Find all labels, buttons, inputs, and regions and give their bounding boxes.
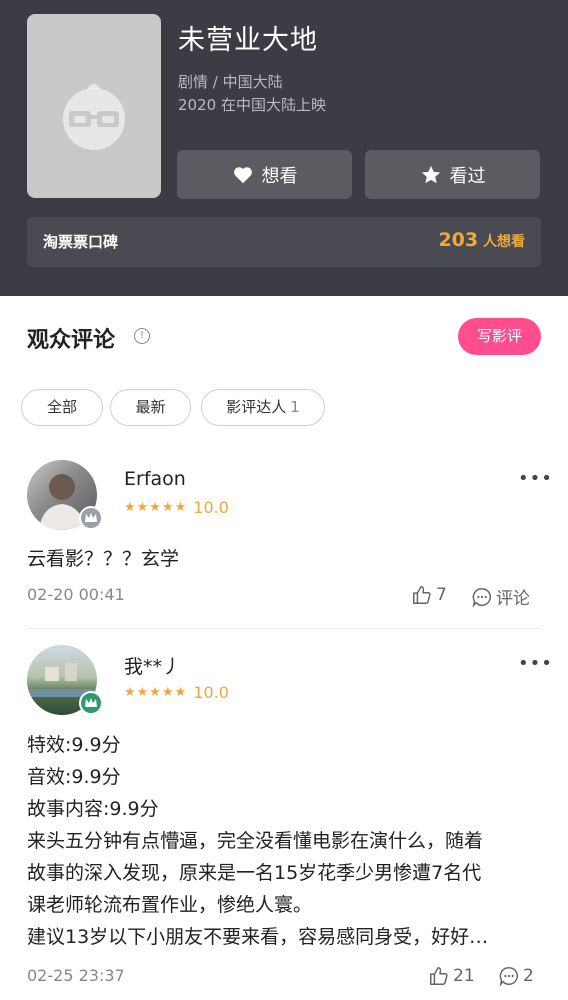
- comment-bubble-icon: [499, 967, 518, 987]
- want-count-summary: 203 人想看: [438, 229, 525, 251]
- write-review-button[interactable]: 写影评: [458, 318, 541, 355]
- reply-button[interactable]: 评论: [471, 584, 530, 609]
- crown-icon: [85, 698, 97, 707]
- filter-critic-count: 1: [290, 398, 300, 416]
- like-button[interactable]: 21: [428, 965, 475, 987]
- more-options-icon[interactable]: •••: [518, 653, 553, 674]
- seen-label: 看过: [449, 165, 486, 187]
- filter-critic[interactable]: 影评达人 1: [201, 389, 325, 426]
- username[interactable]: Erfaon: [124, 468, 186, 490]
- more-options-icon[interactable]: •••: [518, 468, 553, 489]
- username[interactable]: 我**丿: [124, 652, 181, 679]
- user-rating: ★★★★★ 10.0: [124, 498, 229, 517]
- comment-line: 云看影？？？玄学: [27, 548, 180, 570]
- like-count: 21: [453, 966, 475, 986]
- comment-line: 故事内容:9.9分: [27, 798, 159, 820]
- user-rating: ★★★★★ 10.0: [124, 683, 229, 702]
- reply-label: 评论: [496, 589, 530, 609]
- comment-text: 云看影？？？玄学: [27, 543, 542, 575]
- reputation-label: 淘票票口碑: [43, 233, 119, 251]
- star-icon: [421, 165, 440, 183]
- want-to-see-button[interactable]: 想看: [177, 150, 352, 199]
- want-count-suffix: 人想看: [483, 234, 525, 250]
- seen-button[interactable]: 看过: [365, 150, 540, 199]
- comment-line: 课老师轮流布置作业，惨绝人寰。: [27, 894, 313, 916]
- movie-release: 2020 在中国大陆上映: [178, 96, 326, 114]
- movie-genre-region: 剧情 / 中国大陆: [178, 73, 283, 91]
- rating-stars: ★★★★★: [124, 685, 188, 700]
- comment-line: 音效:9.9分: [27, 766, 121, 788]
- thumbs-up-icon: [430, 967, 448, 985]
- thumbs-up-icon: [413, 586, 431, 604]
- filter-critic-label: 影评达人: [226, 398, 287, 416]
- filter-latest[interactable]: 最新: [110, 389, 191, 426]
- comment-date: 02-20 00:41: [27, 585, 125, 604]
- like-count: 7: [436, 585, 447, 605]
- user-level-badge: [79, 691, 103, 715]
- comment-line: 来头五分钟有点懵逼，完全没看懂电影在演什么，随着: [27, 830, 484, 852]
- comment-line: 建议13岁以下小朋友不要来看，容易感同身受，好好…: [27, 926, 489, 948]
- rating-score: 10.0: [193, 498, 229, 517]
- crown-icon: [85, 513, 97, 522]
- info-icon[interactable]: !: [134, 328, 150, 344]
- movie-header: 未营业大地 剧情 / 中国大陆 2020 在中国大陆上映 想看 看过 淘票票口碑…: [0, 0, 568, 296]
- reply-button[interactable]: 2: [498, 965, 534, 987]
- comment-date: 02-25 23:37: [27, 966, 125, 985]
- section-title: 观众评论: [27, 328, 116, 353]
- reputation-bar[interactable]: 淘票票口碑 203 人想看: [27, 217, 541, 267]
- like-button[interactable]: 7: [411, 584, 447, 606]
- reply-count: 2: [523, 966, 534, 986]
- rating-stars: ★★★★★: [124, 500, 188, 515]
- comment-text[interactable]: 特效:9.9分 音效:9.9分 故事内容:9.9分 来头五分钟有点懵逼，完全没看…: [27, 729, 542, 953]
- movie-poster-placeholder[interactable]: [27, 14, 161, 198]
- comment-divider: [27, 628, 541, 629]
- want-label: 想看: [261, 165, 298, 187]
- movie-title: 未营业大地: [178, 25, 318, 56]
- comment-line: 特效:9.9分: [27, 734, 121, 756]
- mascot-glasses-icon: [63, 84, 125, 150]
- user-level-badge: [79, 506, 103, 530]
- want-count: 203: [438, 229, 479, 251]
- rating-score: 10.0: [193, 683, 229, 702]
- heart-icon: [233, 166, 252, 183]
- comment-bubble-icon: [472, 587, 491, 608]
- comment-line: 故事的深入发现，原来是一名15岁花季少男惨遭7名代: [27, 862, 482, 884]
- filter-all[interactable]: 全部: [21, 389, 103, 426]
